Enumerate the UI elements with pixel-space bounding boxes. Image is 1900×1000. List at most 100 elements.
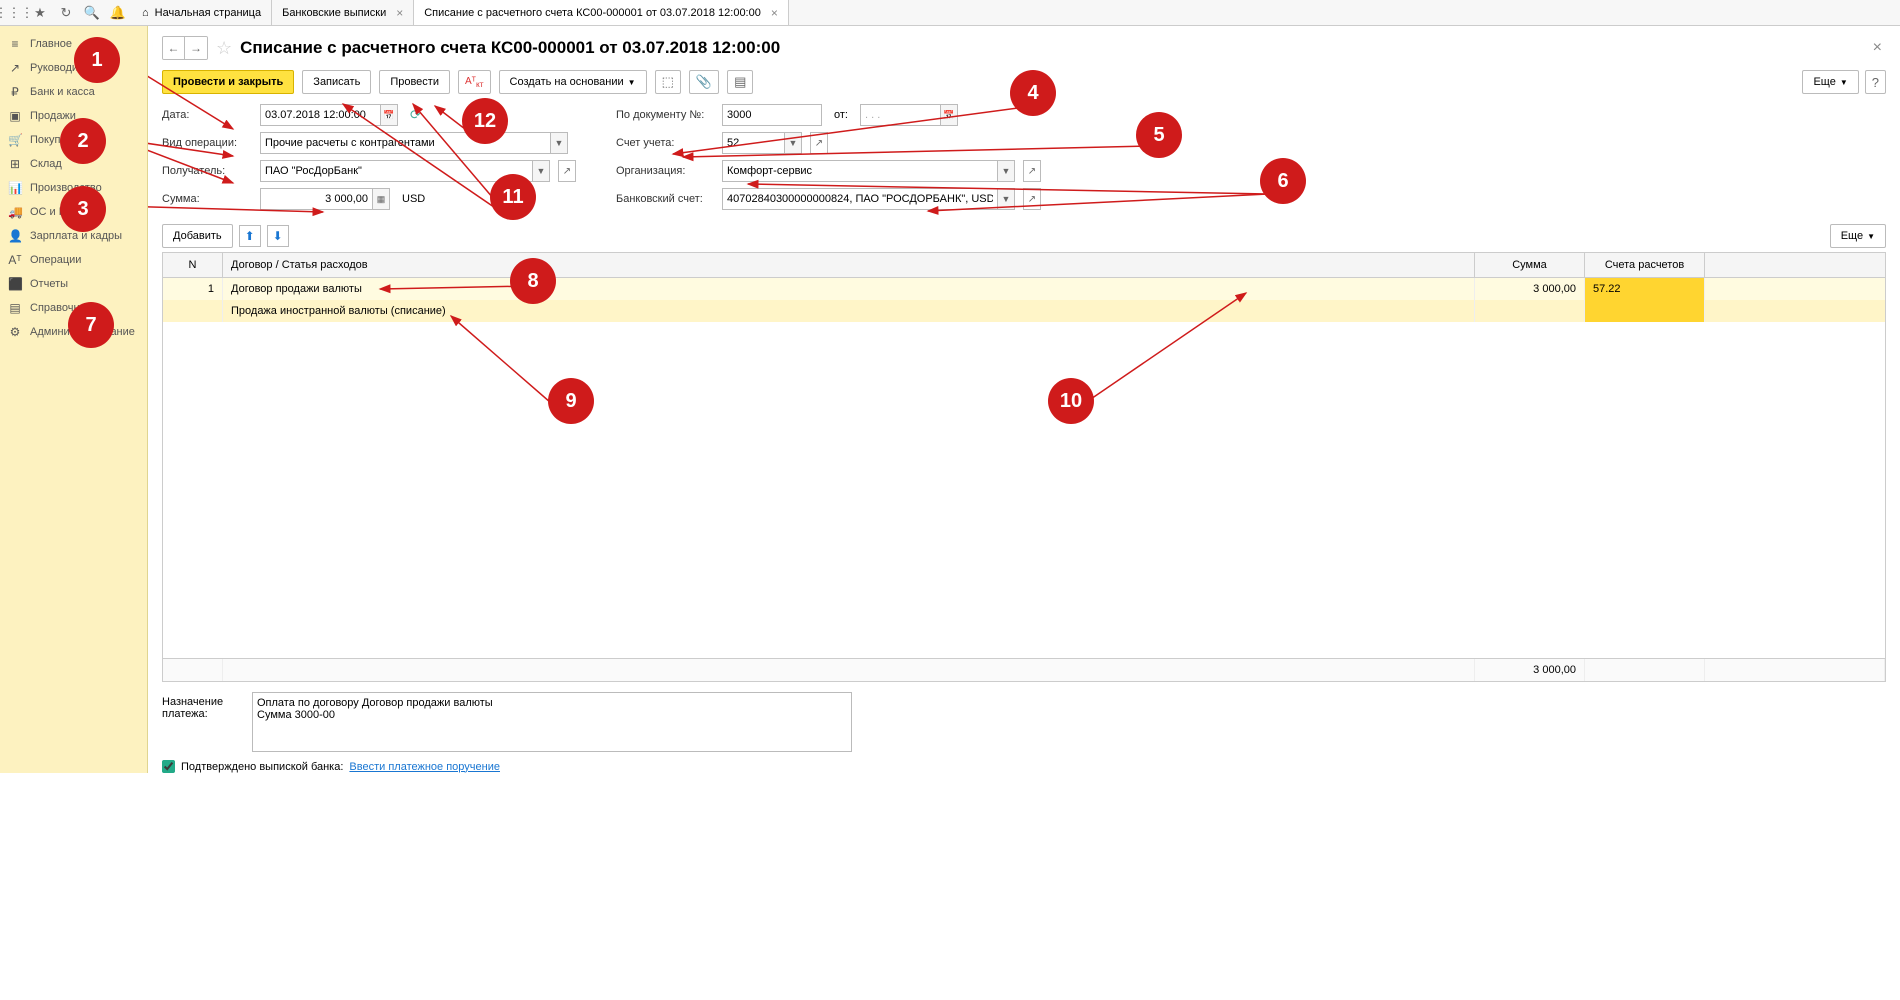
sidebar-item-label: Операции — [30, 254, 81, 266]
sum-field[interactable] — [260, 188, 372, 210]
cell-number: 1 — [163, 278, 223, 300]
attach-button[interactable]: 📎 — [689, 70, 719, 94]
tab-label: Начальная страница — [155, 7, 261, 19]
chevron-down-icon[interactable]: ▼ — [784, 132, 802, 154]
cell-spacer — [1705, 278, 1885, 300]
cell-account — [1585, 300, 1705, 322]
close-button[interactable]: × — [1869, 39, 1886, 57]
sidebar-item-manager[interactable]: ↗Руководителю — [0, 56, 147, 80]
create-based-label: Создать на основании — [510, 76, 624, 88]
docnum-field[interactable] — [722, 104, 822, 126]
sidebar-item-admin[interactable]: ⚙Администрирование — [0, 320, 147, 344]
open-button[interactable]: ↗ — [810, 132, 828, 154]
close-icon[interactable]: × — [396, 6, 403, 20]
col-sum[interactable]: Сумма — [1475, 253, 1585, 277]
clipboard-icon[interactable]: ↻ — [58, 5, 74, 21]
sidebar-item-warehouse[interactable]: ⊞Склад — [0, 152, 147, 176]
tab-document[interactable]: Списание с расчетного счета КС00-000001 … — [414, 0, 789, 25]
sidebar-item-label: Продажи — [30, 110, 76, 122]
payee-field[interactable] — [260, 160, 532, 182]
star-icon[interactable]: ★ — [32, 5, 48, 21]
forward-button[interactable]: → — [185, 37, 207, 59]
favorite-icon[interactable]: ☆ — [216, 38, 232, 59]
structure-button[interactable]: ⬚ — [655, 70, 681, 94]
person-icon: 👤 — [8, 229, 22, 243]
cell-contract[interactable]: Договор продажи валюты — [223, 278, 1475, 300]
sidebar-item-catalogs[interactable]: ▤Справочники — [0, 296, 147, 320]
col-accounts[interactable]: Счета расчетов — [1585, 253, 1705, 277]
table-more-button[interactable]: Еще ▼ — [1830, 224, 1886, 248]
chevron-down-icon[interactable]: ▼ — [997, 160, 1015, 182]
calendar-icon[interactable]: 📅 — [940, 104, 958, 126]
tab-bank-statements[interactable]: Банковские выписки × — [272, 0, 414, 25]
sidebar-item-operations[interactable]: AᵀОперации — [0, 248, 147, 272]
sidebar-item-bank[interactable]: ₽Банк и касса — [0, 80, 147, 104]
bankacc-field[interactable] — [722, 188, 997, 210]
sidebar-item-sales[interactable]: ▣ Продажи — [0, 104, 147, 128]
search-icon[interactable]: 🔍 — [84, 5, 100, 21]
sidebar-item-label: Покупки — [30, 134, 71, 146]
sidebar-item-main[interactable]: ≡Главное — [0, 32, 147, 56]
chevron-down-icon[interactable]: ▼ — [550, 132, 568, 154]
col-spacer — [1705, 253, 1885, 277]
date-field[interactable] — [260, 104, 380, 126]
bell-icon[interactable]: 🔔 — [110, 5, 126, 21]
sidebar-item-label: Справочники — [30, 302, 97, 314]
grid-icon: ⊞ — [8, 157, 22, 171]
cell-expense[interactable]: Продажа иностранной валюты (списание) — [223, 300, 1475, 322]
enter-payment-order-link[interactable]: Ввести платежное поручение — [349, 761, 500, 773]
calendar-icon[interactable]: 📅 — [380, 104, 398, 126]
calculator-icon[interactable]: ▦ — [372, 188, 390, 210]
move-down-button[interactable]: ⬇ — [267, 225, 289, 247]
print-button[interactable]: ▤ — [727, 70, 753, 94]
create-based-button[interactable]: Создать на основании ▼ — [499, 70, 647, 94]
account-field[interactable] — [722, 132, 784, 154]
help-button[interactable]: ? — [1865, 70, 1886, 94]
col-number[interactable]: N — [163, 253, 223, 277]
save-button[interactable]: Записать — [302, 70, 371, 94]
open-button[interactable]: ↗ — [558, 160, 576, 182]
add-row-button[interactable]: Добавить — [162, 224, 233, 248]
sidebar-item-production[interactable]: 📊Производство — [0, 176, 147, 200]
sidebar-item-purchases[interactable]: 🛒Покупки — [0, 128, 147, 152]
from-label: от: — [834, 109, 848, 121]
sidebar-item-hr[interactable]: 👤Зарплата и кадры — [0, 224, 147, 248]
sidebar-item-assets[interactable]: 🚚ОС и НМА — [0, 200, 147, 224]
post-and-close-button[interactable]: Провести и закрыть — [162, 70, 294, 94]
ruble-icon: ₽ — [8, 85, 22, 99]
confirmed-checkbox[interactable] — [162, 760, 175, 773]
col-contract[interactable]: Договор / Статья расходов — [223, 253, 1475, 277]
open-button[interactable]: ↗ — [1023, 188, 1041, 210]
tab-home[interactable]: ⌂ Начальная страница — [132, 0, 272, 25]
movements-button[interactable]: Aᵀкт — [458, 70, 491, 94]
close-icon[interactable]: × — [771, 6, 778, 20]
tab-label: Банковские выписки — [282, 7, 386, 19]
chevron-down-icon[interactable]: ▼ — [532, 160, 550, 182]
box-icon: ▣ — [8, 109, 22, 123]
refresh-icon[interactable]: ⟳ — [410, 107, 421, 123]
table-row[interactable]: 1 Договор продажи валюты 3 000,00 57.22 — [163, 278, 1885, 300]
more-button[interactable]: Еще ▼ — [1802, 70, 1858, 94]
post-button[interactable]: Провести — [379, 70, 450, 94]
back-button[interactable]: ← — [163, 37, 185, 59]
menu-icon: ≡ — [8, 37, 22, 51]
sidebar-item-reports[interactable]: ⬛Отчеты — [0, 272, 147, 296]
table-row[interactable]: Продажа иностранной валюты (списание) — [163, 300, 1885, 322]
cell-account[interactable]: 57.22 — [1585, 278, 1705, 300]
move-up-button[interactable]: ⬆ — [239, 225, 261, 247]
open-button[interactable]: ↗ — [1023, 160, 1041, 182]
apps-icon[interactable]: ⋮⋮⋮ — [6, 5, 22, 21]
more-label: Еще — [1813, 76, 1835, 88]
total-sum: 3 000,00 — [1475, 659, 1585, 681]
org-field[interactable] — [722, 160, 997, 182]
optype-field[interactable] — [260, 132, 550, 154]
truck-icon: 🚚 — [8, 205, 22, 219]
chevron-down-icon[interactable]: ▼ — [997, 188, 1015, 210]
home-icon: ⌂ — [142, 7, 149, 19]
cell-sum[interactable]: 3 000,00 — [1475, 278, 1585, 300]
purpose-field[interactable] — [252, 692, 852, 752]
sum-label: Сумма: — [162, 193, 254, 205]
fromdate-field[interactable] — [860, 104, 940, 126]
sidebar-item-label: Руководителю — [30, 62, 103, 74]
tab-label: Списание с расчетного счета КС00-000001 … — [424, 7, 761, 19]
